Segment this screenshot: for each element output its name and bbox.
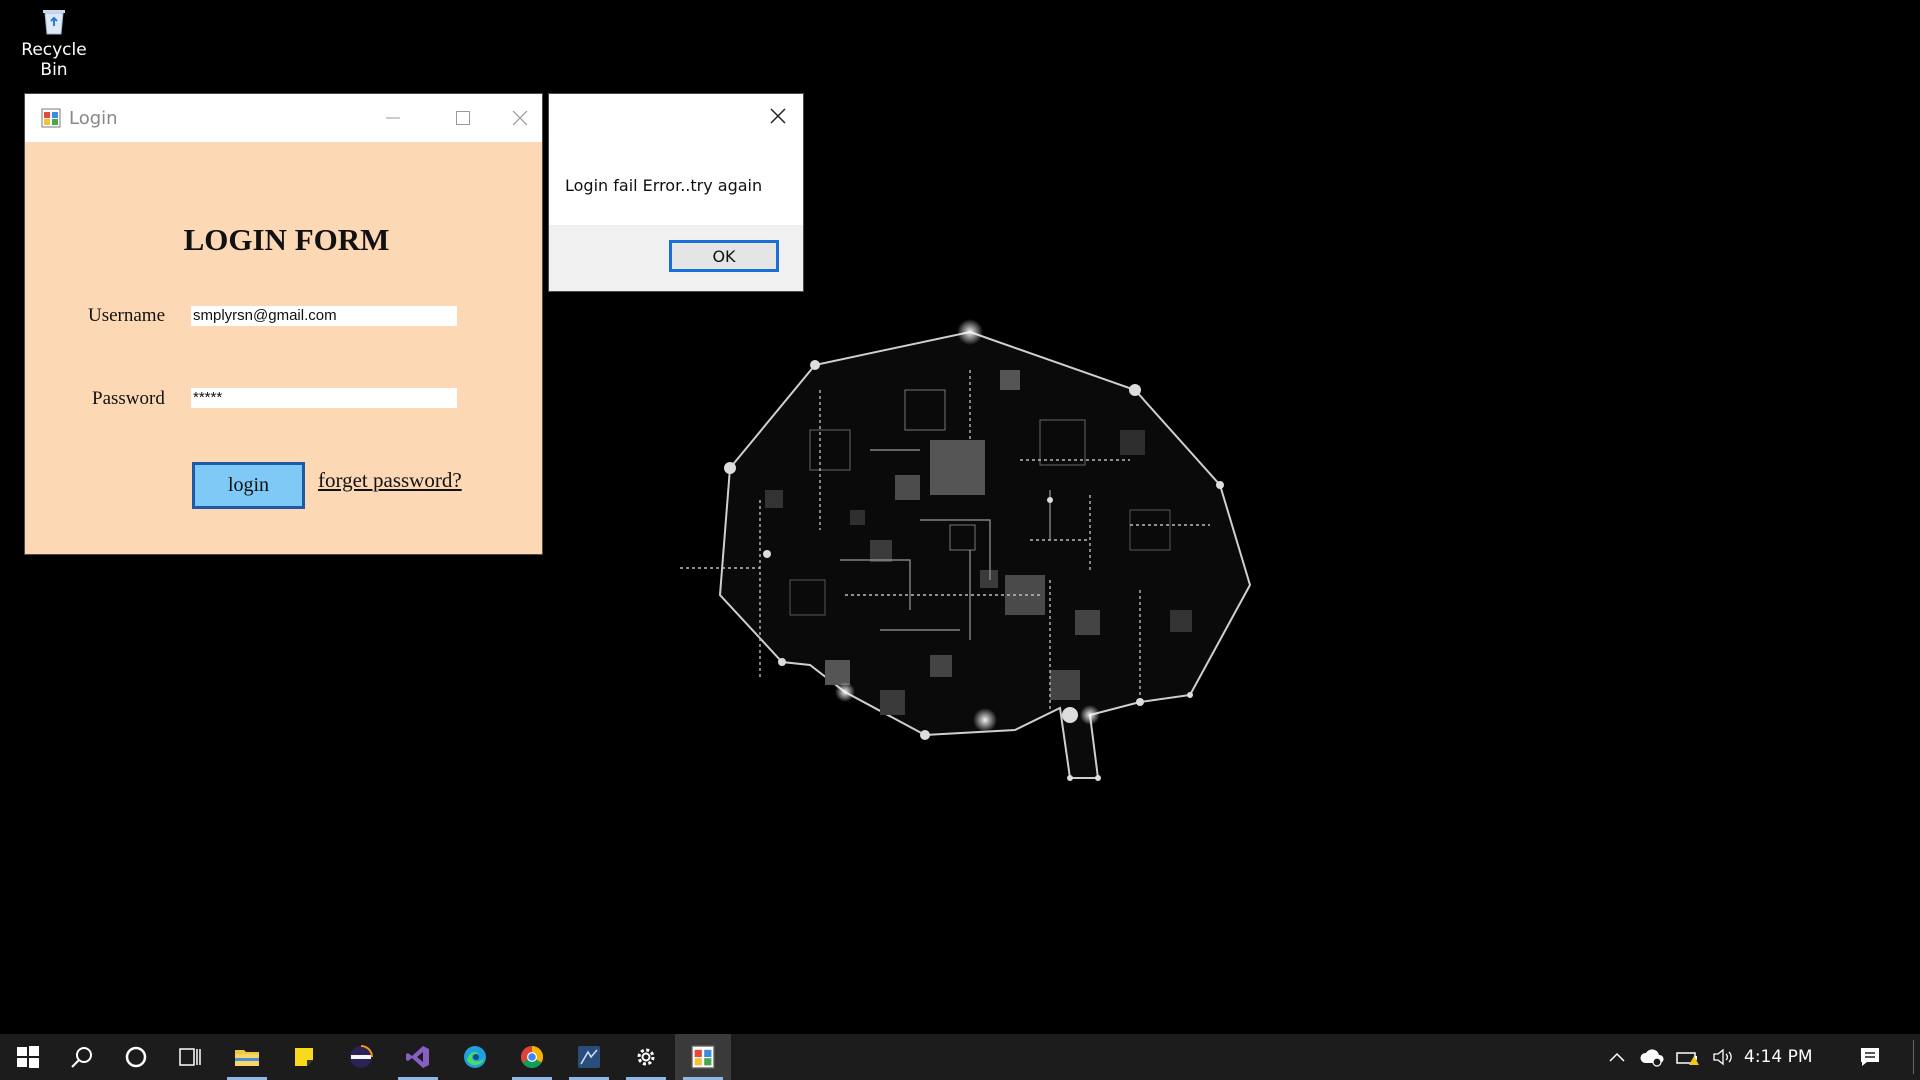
task-view-icon (179, 1048, 201, 1066)
brain-wallpaper-image (680, 319, 1252, 781)
taskbar-app[interactable] (561, 1034, 617, 1080)
cortana-icon (125, 1046, 147, 1068)
taskbar: 4:14 PM (0, 1034, 1920, 1080)
close-icon (512, 110, 528, 126)
password-label: Password (92, 388, 165, 409)
error-message-box: Login fail Error..try again OK (548, 93, 804, 292)
ok-button[interactable]: OK (669, 240, 779, 272)
volume-icon (1713, 1048, 1732, 1066)
form-title: LOGIN FORM (183, 222, 390, 257)
battery-warning-icon (1676, 1052, 1699, 1065)
login-button[interactable]: login (192, 462, 305, 509)
file-explorer-icon (235, 1050, 259, 1066)
forget-password-link[interactable]: forget password? (318, 468, 462, 493)
taskbar-edge[interactable] (447, 1034, 503, 1080)
username-label: Username (88, 305, 166, 326)
recycle-bin-label: Recycle Bin (21, 40, 87, 80)
onedrive-tray-button[interactable] (1636, 1034, 1668, 1080)
settings-icon (637, 1048, 655, 1066)
maximize-button[interactable] (428, 94, 498, 142)
taskbar-settings[interactable] (618, 1034, 674, 1080)
task-view-button[interactable] (162, 1034, 218, 1080)
taskbar-login-app[interactable] (675, 1034, 731, 1080)
close-icon (770, 108, 786, 124)
windows-start-icon (17, 1046, 39, 1068)
visual-studio-icon (406, 1046, 429, 1068)
taskbar-clock[interactable]: 4:14 PM (1744, 1034, 1813, 1080)
onedrive-icon (1640, 1049, 1664, 1067)
edge-icon (464, 1046, 486, 1068)
login-window: Login LOGIN FORM Username Password login… (24, 93, 543, 555)
error-message-text: Login fail Error..try again (565, 176, 763, 195)
taskbar-chrome[interactable] (504, 1034, 560, 1080)
volume-tray-button[interactable] (1708, 1034, 1740, 1080)
recycle-bin-icon (40, 6, 68, 36)
action-center-icon (1861, 1048, 1879, 1066)
message-close-button[interactable] (753, 94, 803, 138)
start-button[interactable] (0, 1034, 56, 1080)
app-icon (578, 1046, 600, 1068)
window-title: Login (69, 108, 118, 129)
taskbar-sticky-notes[interactable] (276, 1034, 332, 1080)
taskbar-eclipse[interactable] (333, 1034, 389, 1080)
minimize-button[interactable] (358, 94, 428, 142)
minimize-icon (386, 117, 400, 119)
login-form-body: LOGIN FORM Username Password login forge… (25, 142, 542, 554)
search-icon (71, 1047, 92, 1068)
show-desktop-divider[interactable] (1913, 1040, 1914, 1074)
chevron-up-icon (1609, 1052, 1625, 1062)
username-input[interactable] (191, 306, 457, 326)
show-hidden-icons-button[interactable] (1602, 1034, 1632, 1080)
close-button[interactable] (498, 94, 542, 142)
login-window-titlebar[interactable]: Login (25, 94, 542, 142)
form-app-icon (41, 108, 61, 128)
taskbar-visual-studio[interactable] (390, 1034, 446, 1080)
maximize-icon (456, 111, 470, 125)
sticky-notes-icon (295, 1048, 313, 1066)
chrome-icon (521, 1046, 543, 1068)
taskbar-file-explorer[interactable] (219, 1034, 275, 1080)
message-footer: OK (549, 225, 803, 291)
eclipse-icon (350, 1045, 373, 1068)
password-input[interactable] (191, 388, 457, 408)
search-button[interactable] (54, 1034, 110, 1080)
recycle-bin-shortcut[interactable]: Recycle Bin (6, 6, 102, 80)
action-center-button[interactable] (1850, 1034, 1890, 1080)
cortana-button[interactable] (108, 1034, 164, 1080)
battery-tray-button[interactable] (1672, 1034, 1704, 1080)
login-app-icon (691, 1045, 715, 1069)
